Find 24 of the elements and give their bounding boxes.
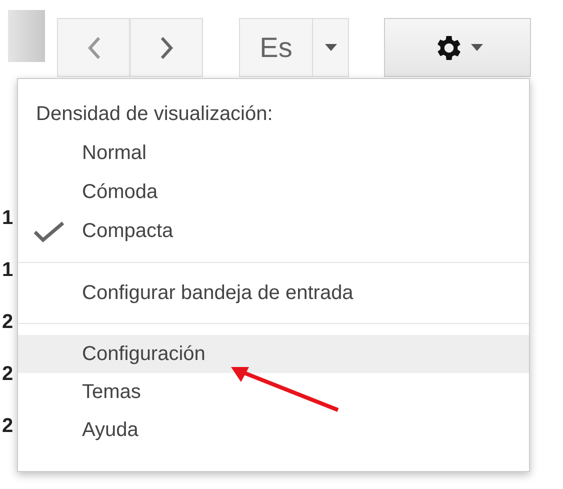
row-number: 1	[2, 207, 14, 229]
menu-heading: Densidad de visualización:	[36, 103, 273, 125]
row-number: 1	[2, 259, 14, 281]
chevron-left-icon	[86, 36, 100, 60]
row-number: 2	[2, 415, 14, 437]
language-dropdown-button[interactable]	[313, 18, 349, 77]
next-button[interactable]	[130, 18, 203, 77]
row-number: 2	[2, 311, 14, 333]
density-option[interactable]: Compacta	[18, 212, 529, 251]
chevron-right-icon	[160, 36, 174, 60]
density-option[interactable]: Normal	[18, 134, 529, 173]
row-number: 2	[2, 363, 14, 385]
language-button[interactable]: Es	[239, 18, 313, 77]
menu-item[interactable]: Configurar bandeja de entrada	[18, 274, 529, 312]
density-option[interactable]: Cómoda	[18, 173, 529, 212]
caret-icon	[470, 44, 482, 51]
menu-item[interactable]: Configuración	[18, 335, 529, 373]
blurred-element	[8, 10, 45, 62]
checkmark-icon	[32, 220, 66, 242]
menu-item[interactable]: Temas	[18, 373, 529, 411]
previous-button[interactable]	[57, 18, 130, 77]
caret-icon	[324, 44, 336, 51]
settings-button[interactable]	[384, 18, 531, 77]
menu-item[interactable]: Ayuda	[18, 411, 529, 449]
